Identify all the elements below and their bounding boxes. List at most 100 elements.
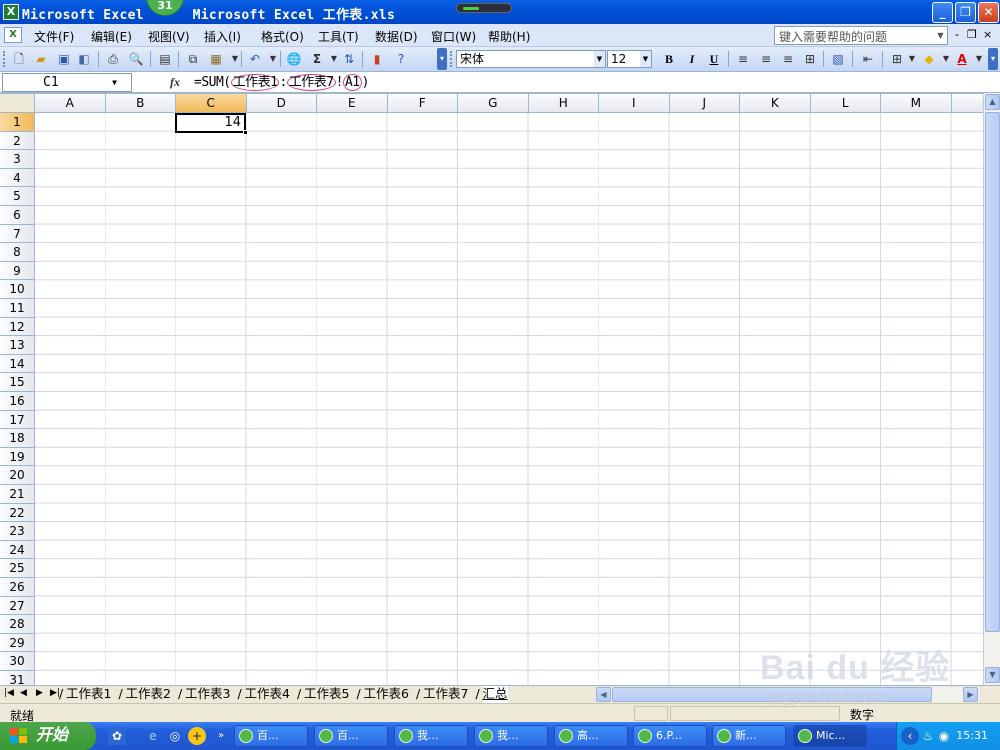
align-right-icon[interactable]: ≡ — [779, 50, 797, 68]
tray-expand-icon[interactable]: ‹ — [901, 727, 919, 745]
close-button[interactable]: ✕ — [978, 2, 999, 23]
new-file-icon[interactable]: 🗋 — [10, 50, 28, 68]
maximize-button[interactable]: ❐ — [955, 2, 976, 23]
column-header[interactable]: C — [176, 94, 247, 113]
chevron-down-icon[interactable]: ▼ — [640, 51, 651, 67]
select-all-corner[interactable] — [0, 94, 35, 113]
horizontal-scrollbar[interactable]: ◀ ▶ — [596, 687, 980, 702]
sort-ascending-icon[interactable]: ⇅ — [340, 50, 358, 68]
align-center-icon[interactable]: ≡ — [757, 50, 775, 68]
sheet-tab[interactable]: 工作表3 — [185, 686, 230, 703]
quicklaunch-browser-icon[interactable]: ◎ — [166, 727, 184, 745]
mdi-restore-button[interactable]: ❐ — [967, 28, 977, 41]
formula-input[interactable]: =SUM(工作表1: 工作表7! A1) — [194, 73, 369, 92]
row-header[interactable]: 23 — [0, 522, 35, 541]
scroll-left-icon[interactable]: ◀ — [596, 687, 611, 702]
font-size-select[interactable]: 12 ▼ — [607, 50, 652, 68]
menu-help[interactable]: 帮助(H) — [488, 28, 530, 45]
column-header[interactable]: M — [881, 94, 952, 113]
sheet-tab[interactable]: 汇总 — [482, 686, 508, 703]
chevron-down-icon[interactable]: ▼ — [903, 50, 921, 68]
toolbar-options-icon[interactable]: ▾ — [988, 48, 998, 70]
document-icon[interactable]: X — [4, 27, 22, 43]
column-header[interactable]: J — [669, 94, 740, 113]
merge-center-icon[interactable]: ⊞ — [801, 50, 819, 68]
column-header[interactable]: E — [317, 94, 388, 113]
row-header[interactable]: 20 — [0, 466, 35, 485]
fill-color-icon[interactable]: ◆ — [920, 50, 938, 68]
first-sheet-icon[interactable]: |◀ — [4, 688, 14, 698]
toolbar-options-icon[interactable]: ▾ — [437, 48, 447, 70]
row-header[interactable]: 24 — [0, 540, 35, 560]
research-icon[interactable]: ▤ — [156, 50, 174, 68]
taskbar-button[interactable]: 新... — [712, 725, 786, 747]
align-left-icon[interactable]: ≡ — [734, 50, 752, 68]
row-header[interactable]: 19 — [0, 447, 35, 467]
row-header[interactable]: 21 — [0, 485, 35, 504]
taskbar-button[interactable]: 我... — [474, 725, 548, 747]
row-header[interactable]: 22 — [0, 503, 35, 523]
next-sheet-icon[interactable]: ▶ — [36, 688, 43, 698]
italic-button[interactable]: I — [683, 50, 701, 68]
menu-file[interactable]: 文件(F) — [34, 28, 74, 45]
row-header[interactable]: 9 — [0, 261, 35, 281]
taskbar-button[interactable]: 百... — [314, 725, 388, 747]
menu-view[interactable]: 视图(V) — [148, 28, 190, 45]
column-header[interactable]: L — [810, 94, 881, 113]
vertical-scrollbar[interactable]: ▲ ▼ — [983, 93, 1000, 685]
copy-icon[interactable]: ⧉ — [184, 50, 202, 68]
menu-format[interactable]: 格式(O) — [261, 28, 304, 45]
print-icon[interactable]: ⎙ — [104, 50, 122, 68]
row-header[interactable]: 7 — [0, 224, 35, 244]
bold-button[interactable]: B — [660, 50, 678, 68]
row-header[interactable]: 25 — [0, 559, 35, 578]
sheet-tab[interactable]: 工作表1 — [66, 686, 111, 703]
underline-button[interactable]: U — [705, 50, 723, 68]
row-header[interactable]: 14 — [0, 354, 35, 374]
taskbar-button[interactable]: 百... — [234, 725, 308, 747]
column-header[interactable]: G — [458, 94, 529, 113]
menu-data[interactable]: 数据(D) — [375, 28, 418, 45]
tray-network-icon[interactable]: ◉ — [935, 727, 953, 745]
row-header[interactable]: 15 — [0, 373, 35, 392]
mdi-close-button[interactable]: × — [983, 28, 992, 41]
row-header[interactable]: 1 — [0, 113, 35, 132]
row-header[interactable]: 30 — [0, 652, 35, 671]
print-preview-icon[interactable]: 🔍 — [127, 50, 145, 68]
permission-icon[interactable]: ◧ — [75, 50, 93, 68]
row-header[interactable]: 31 — [0, 671, 35, 685]
start-button[interactable]: 开始 — [0, 722, 96, 750]
chevron-down-icon[interactable]: ▼ — [112, 74, 117, 91]
row-header[interactable]: 11 — [0, 299, 35, 318]
row-header[interactable]: 5 — [0, 187, 35, 206]
row-header[interactable]: 16 — [0, 392, 35, 411]
excel-app-icon[interactable]: X — [3, 4, 19, 20]
paste-icon[interactable]: ▦ — [207, 50, 225, 68]
row-header[interactable]: 8 — [0, 243, 35, 262]
quicklaunch-overflow-icon[interactable]: » — [212, 727, 230, 745]
sheet-tab[interactable]: 工作表4 — [245, 686, 290, 703]
toolbar-grip[interactable] — [450, 51, 454, 67]
column-header[interactable]: B — [105, 94, 176, 113]
row-header[interactable]: 26 — [0, 578, 35, 597]
currency-format-icon[interactable]: ▧ — [829, 50, 847, 68]
taskbar-button[interactable]: 6.P... — [633, 725, 707, 747]
undo-icon[interactable]: ↶ — [246, 50, 264, 68]
chevron-down-icon[interactable]: ▼ — [934, 27, 947, 44]
row-header[interactable]: 3 — [0, 150, 35, 169]
column-header[interactable]: H — [528, 94, 599, 113]
active-cell-c1[interactable]: 14 — [175, 113, 248, 135]
taskbar-button[interactable]: 我... — [394, 725, 468, 747]
column-header[interactable]: I — [599, 94, 670, 113]
column-header[interactable]: F — [387, 94, 458, 113]
hyperlink-icon[interactable]: 🌐 — [285, 50, 303, 68]
font-select[interactable]: 宋体 ▼ — [456, 50, 606, 68]
minimize-button[interactable]: _ — [932, 2, 953, 23]
decrease-indent-icon[interactable]: ⇤ — [859, 50, 877, 68]
scroll-up-icon[interactable]: ▲ — [985, 94, 1000, 110]
sheet-tab[interactable]: 工作表7 — [423, 686, 468, 703]
quicklaunch-add-icon[interactable]: + — [188, 727, 206, 745]
row-header[interactable]: 6 — [0, 206, 35, 225]
chart-wizard-icon[interactable]: ▮ — [368, 50, 386, 68]
internet-explorer-icon[interactable]: e — [144, 727, 162, 745]
